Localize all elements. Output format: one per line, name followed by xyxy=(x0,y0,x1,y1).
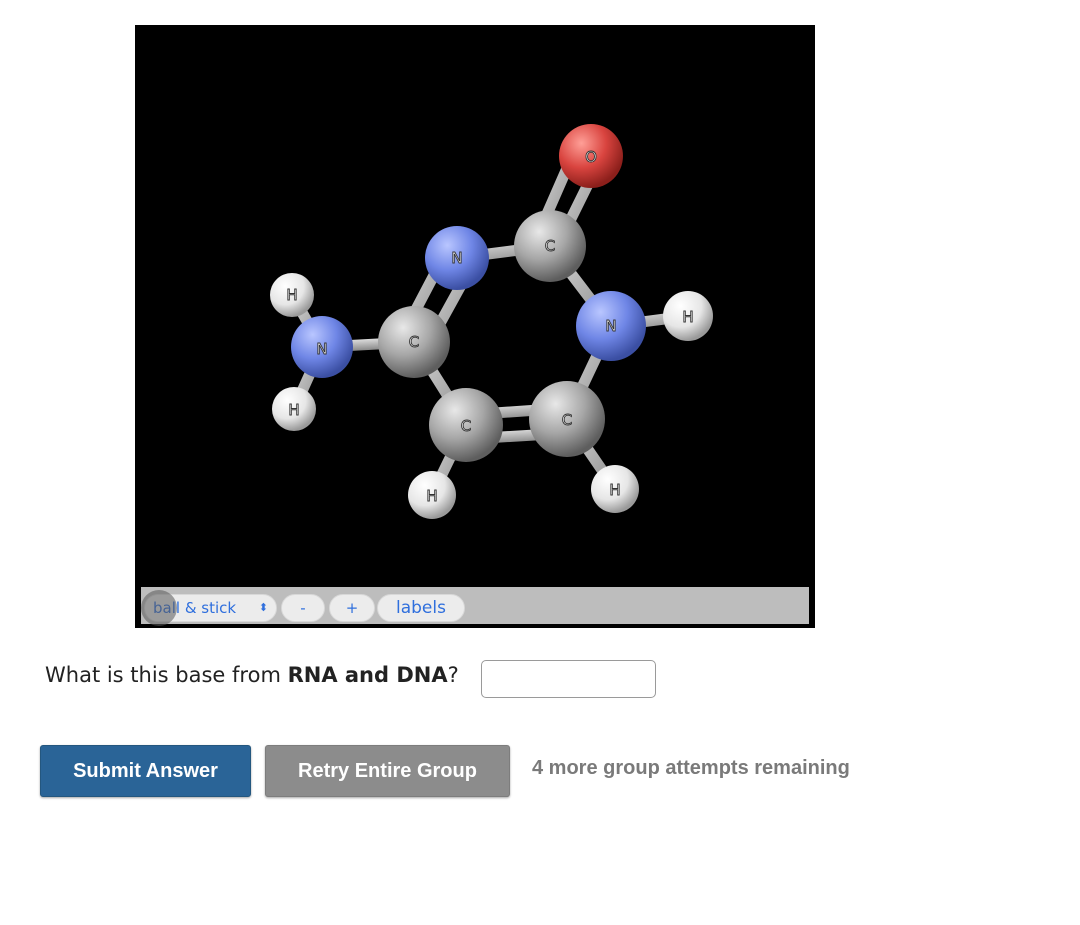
svg-text:C: C xyxy=(461,417,471,435)
atom-carbon: C xyxy=(529,381,605,457)
svg-text:H: H xyxy=(682,308,693,326)
atom-oxygen: O xyxy=(559,124,623,188)
atom-carbon: C xyxy=(429,388,503,462)
submit-answer-button[interactable]: Submit Answer xyxy=(40,745,251,797)
svg-text:N: N xyxy=(316,340,327,358)
atom-hydrogen: H xyxy=(272,387,316,431)
render-style-value: ball & stick xyxy=(153,599,237,617)
atom-nitrogen: N xyxy=(425,226,489,290)
labels-toggle-button[interactable]: labels xyxy=(377,594,465,622)
atom-carbon: C xyxy=(378,306,450,378)
svg-text:H: H xyxy=(426,487,437,505)
svg-text:C: C xyxy=(545,237,555,255)
page: O C N H N H N H C C C H H ball & stick ⬍… xyxy=(0,0,1080,925)
atom-hydrogen: H xyxy=(408,471,456,519)
svg-text:H: H xyxy=(286,286,297,304)
render-style-select[interactable]: ball & stick ⬍ xyxy=(144,594,277,622)
chevron-updown-icon: ⬍ xyxy=(258,601,268,614)
atom-carbon: C xyxy=(514,210,586,282)
svg-text:H: H xyxy=(288,401,299,419)
question-prefix: What is this base from xyxy=(45,663,288,687)
viewer-toolbar: ball & stick ⬍ - + labels xyxy=(141,587,809,626)
zoom-out-button[interactable]: - xyxy=(281,594,325,622)
svg-text:N: N xyxy=(451,249,462,267)
retry-group-button[interactable]: Retry Entire Group xyxy=(265,745,510,797)
atom-nitrogen: N xyxy=(291,316,353,378)
question-text: What is this base from RNA and DNA? xyxy=(45,660,459,694)
svg-text:O: O xyxy=(585,148,597,166)
question-emphasis: RNA and DNA xyxy=(287,663,448,687)
atom-hydrogen: H xyxy=(270,273,314,317)
atom-nitrogen: N xyxy=(576,291,646,361)
zoom-in-button[interactable]: + xyxy=(329,594,375,622)
svg-text:C: C xyxy=(562,411,572,429)
svg-text:H: H xyxy=(609,481,620,499)
svg-text:C: C xyxy=(409,333,419,351)
question-suffix: ? xyxy=(447,663,459,687)
svg-text:N: N xyxy=(605,317,616,335)
molecule-3d-model[interactable]: O C N H N H N H C C C H H xyxy=(135,25,815,585)
answer-input[interactable] xyxy=(481,660,656,698)
molecule-viewer[interactable]: O C N H N H N H C C C H H ball & stick ⬍… xyxy=(135,25,815,628)
attempts-remaining-text: 4 more group attempts remaining xyxy=(532,757,850,779)
atom-hydrogen: H xyxy=(591,465,639,513)
atom-hydrogen: H xyxy=(663,291,713,341)
